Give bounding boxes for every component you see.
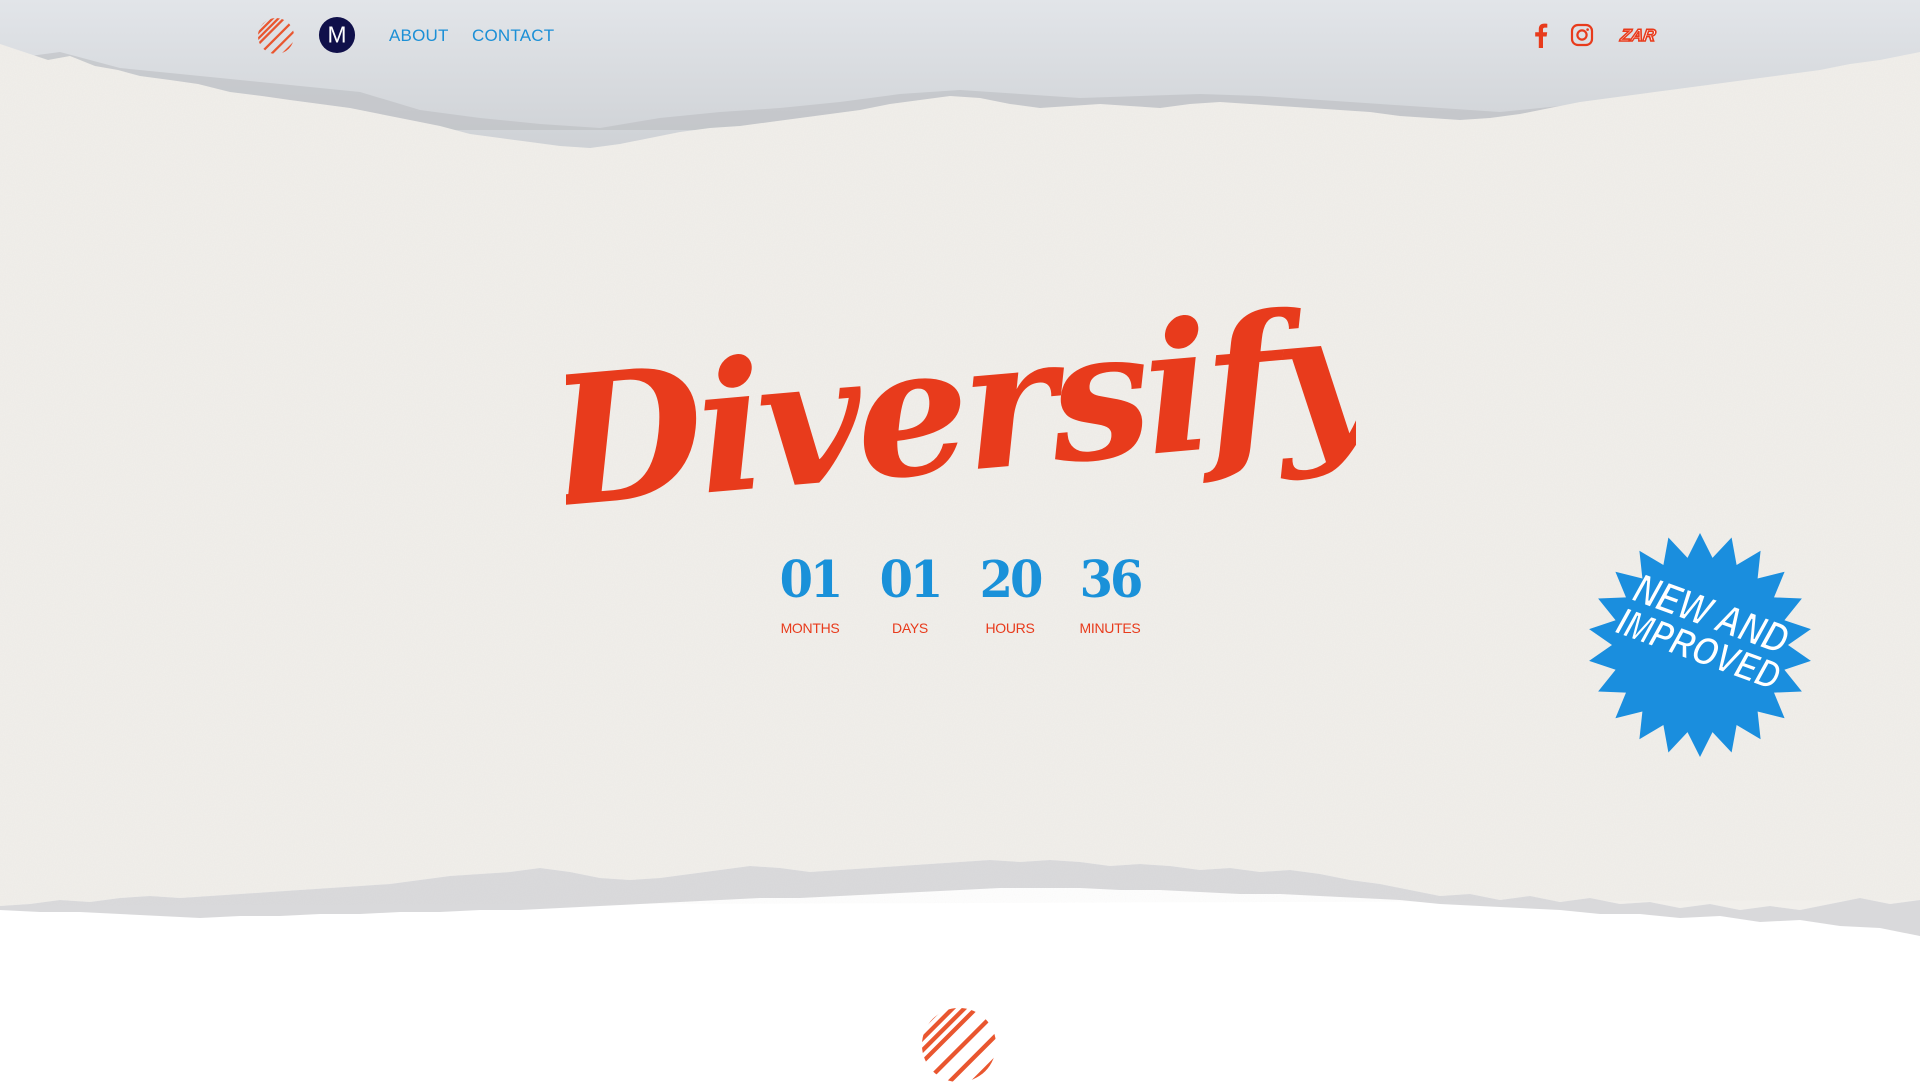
countdown-hours-label: HOURS bbox=[985, 620, 1035, 636]
countdown-months: 01 MONTHS bbox=[760, 550, 860, 636]
countdown-months-label: MONTHS bbox=[780, 620, 840, 636]
countdown-minutes: 36 MINUTES bbox=[1060, 550, 1160, 636]
countdown-days-label: DAYS bbox=[892, 620, 928, 636]
instagram-icon[interactable] bbox=[1570, 22, 1594, 48]
hero-title-text: Diversify bbox=[566, 278, 1356, 518]
hero-title: Diversify bbox=[566, 278, 1356, 518]
nav-contact-link[interactable]: CONTACT bbox=[472, 26, 554, 46]
countdown-hours-value: 20 bbox=[979, 550, 1044, 610]
countdown-hours: 20 HOURS bbox=[960, 550, 1060, 636]
top-navigation: M ABOUT CONTACT ZAR bbox=[0, 0, 1920, 80]
nav-about-link[interactable]: ABOUT bbox=[389, 26, 449, 46]
striped-circle-footer-icon bbox=[921, 1007, 997, 1083]
countdown-days-value: 01 bbox=[879, 550, 944, 610]
zar-logo-label: ZAR bbox=[1618, 26, 1657, 45]
countdown-minutes-value: 36 bbox=[1079, 550, 1144, 610]
facebook-icon[interactable] bbox=[1533, 22, 1549, 48]
countdown-months-value: 01 bbox=[779, 550, 844, 610]
countdown-minutes-label: MINUTES bbox=[1079, 620, 1141, 636]
m-logo-icon[interactable]: M bbox=[318, 16, 356, 54]
zar-logo-icon[interactable]: ZAR bbox=[1612, 22, 1664, 48]
striped-circle-logo-icon[interactable] bbox=[257, 17, 295, 55]
countdown-timer: 01 MONTHS 01 DAYS 20 HOURS 36 MINUTES bbox=[760, 550, 1160, 650]
countdown-days: 01 DAYS bbox=[860, 550, 960, 636]
new-and-improved-badge: NEW AND IMPROVED bbox=[1589, 533, 1811, 757]
m-logo-letter: M bbox=[328, 22, 347, 48]
